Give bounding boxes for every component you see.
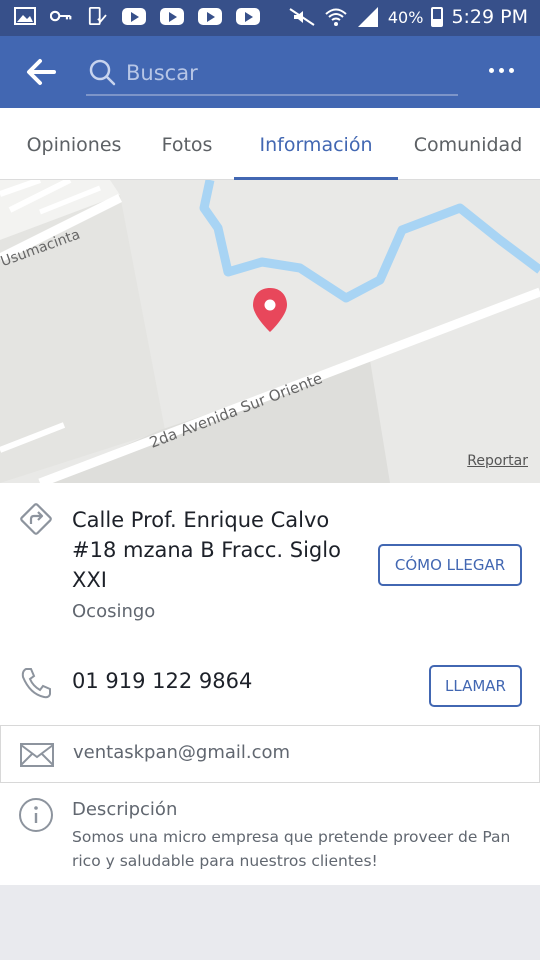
youtube-icon (122, 7, 146, 25)
battery-icon (431, 7, 444, 27)
email-icon (20, 743, 54, 767)
youtube-icon (198, 7, 222, 25)
system-icons: 40% 5:29 PM (288, 6, 528, 28)
email-row[interactable]: ventaskpan@gmail.com (0, 725, 540, 783)
river-path (199, 180, 540, 303)
report-map-link[interactable]: Reportar (467, 453, 528, 469)
location-map[interactable]: Usumacinta 2da Avenida Sur Oriente Repor… (0, 180, 540, 483)
description-label: Descripción (72, 799, 178, 820)
gallery-icon (14, 7, 36, 25)
search-bar[interactable] (86, 54, 458, 96)
tab-opiniones[interactable]: Opiniones (14, 108, 134, 180)
address-text: Calle Prof. Enrique Calvo #18 mzana B Fr… (72, 508, 341, 592)
page-tabs: Opiniones Fotos Información Comunidad (0, 108, 540, 180)
more-options-icon[interactable] (489, 68, 514, 73)
battery-percent: 40% (387, 7, 424, 27)
directions-button[interactable]: CÓMO LLEGAR (378, 544, 522, 586)
phone-icon (21, 668, 51, 699)
description-text: Somos una micro empresa que pretende pro… (72, 828, 511, 870)
youtube-icon (160, 7, 184, 25)
top-app-bar (0, 36, 540, 108)
map-pin-icon[interactable] (253, 288, 287, 332)
email-address[interactable]: ventaskpan@gmail.com (73, 742, 290, 763)
tab-informacion[interactable]: Información (234, 108, 398, 180)
search-input[interactable] (126, 58, 446, 88)
notification-icons (14, 7, 260, 25)
key-icon (50, 10, 72, 22)
city-text: Ocosingo (72, 601, 156, 622)
phone-number[interactable]: 01 919 122 9864 (72, 669, 252, 693)
directions-icon (20, 503, 52, 535)
info-icon (19, 798, 53, 832)
info-panel: Calle Prof. Enrique Calvo #18 mzana B Fr… (0, 483, 540, 885)
tab-fotos[interactable]: Fotos (150, 108, 224, 180)
call-button[interactable]: LLAMAR (429, 665, 522, 707)
wifi-icon (325, 8, 347, 26)
back-arrow-icon[interactable] (24, 56, 58, 88)
search-icon (89, 59, 116, 86)
signal-icon (357, 7, 378, 27)
youtube-icon (236, 7, 260, 25)
phone-check-icon (88, 7, 107, 25)
tab-comunidad[interactable]: Comunidad (408, 108, 528, 180)
status-bar: 40% 5:29 PM (0, 0, 540, 36)
clock: 5:29 PM (451, 6, 528, 28)
mute-icon (289, 8, 315, 26)
